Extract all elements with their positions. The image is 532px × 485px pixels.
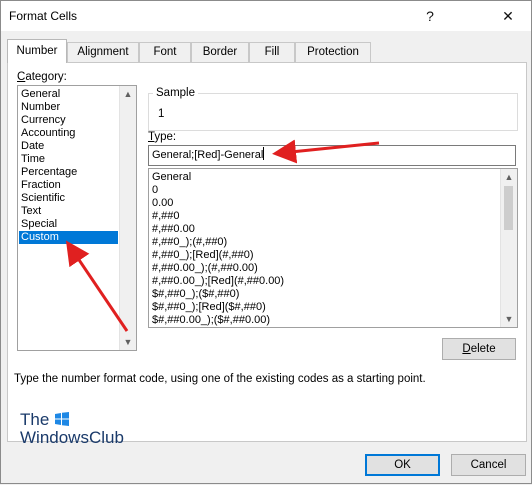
format-code-item[interactable]: #,##0.00_);[Red](#,##0.00) — [150, 275, 284, 288]
tab-strip: Number Alignment Font Border Fill Protec… — [7, 39, 527, 63]
cancel-button[interactable]: Cancel — [451, 454, 526, 476]
category-label-rest: ategory: — [25, 71, 67, 83]
window-title: Format Cells — [9, 9, 78, 23]
format-code-listbox[interactable]: General 0 0.00 #,##0 #,##0.00 #,##0_);(#,##0)… — [148, 168, 518, 328]
instruction-text: Type the number format code, using one o… — [14, 373, 426, 385]
type-label: Type: — [148, 131, 177, 143]
tab-fill[interactable]: Fill — [249, 42, 295, 62]
tab-alignment[interactable]: Alignment — [67, 42, 139, 62]
scroll-down-icon[interactable]: ▼ — [501, 311, 517, 327]
category-item-accounting[interactable]: Accounting — [19, 127, 118, 140]
format-code-item[interactable]: #,##0_);[Red](#,##0) — [150, 249, 254, 262]
text-caret — [263, 147, 265, 160]
ok-button[interactable]: OK — [365, 454, 440, 476]
delete-button-rest: elete — [470, 343, 496, 355]
category-item-text[interactable]: Text — [19, 205, 118, 218]
sample-value: 1 — [158, 108, 165, 120]
watermark-line1: The — [20, 410, 50, 429]
category-item-date[interactable]: Date — [19, 140, 118, 153]
windows-flag-icon — [55, 412, 69, 426]
format-code-item[interactable]: #,##0_);(#,##0) — [150, 236, 227, 249]
help-icon[interactable]: ? — [407, 1, 453, 31]
watermark-line2: WindowsClub — [20, 428, 124, 447]
category-item-currency[interactable]: Currency — [19, 114, 118, 127]
category-label: Category: — [17, 71, 67, 83]
format-code-item[interactable]: #,##0.00_);(#,##0.00) — [150, 262, 258, 275]
tab-border[interactable]: Border — [191, 42, 249, 62]
type-input-value: General;[Red]-General — [152, 149, 264, 161]
title-bar: Format Cells ? ✕ — [1, 1, 531, 31]
category-item-special[interactable]: Special — [19, 218, 118, 231]
watermark-logo: The WindowsClub — [20, 411, 124, 447]
category-listbox[interactable]: General Number Currency Accounting Date Time P… — [17, 85, 137, 351]
close-icon[interactable]: ✕ — [485, 1, 531, 31]
format-code-item[interactable]: 0.00 — [150, 197, 173, 210]
tab-protection[interactable]: Protection — [295, 42, 371, 62]
format-code-item[interactable]: #,##0 — [150, 210, 180, 223]
tab-number[interactable]: Number — [7, 39, 67, 63]
category-item-time[interactable]: Time — [19, 153, 118, 166]
category-item-custom[interactable]: Custom — [19, 231, 118, 244]
format-code-item[interactable]: $#,##0_);[Red]($#,##0) — [150, 301, 266, 314]
format-code-item[interactable]: General — [150, 171, 191, 184]
category-scrollbar[interactable]: ▲ ▼ — [119, 86, 136, 350]
category-item-fraction[interactable]: Fraction — [19, 179, 118, 192]
sample-group — [148, 93, 518, 131]
scroll-up-icon[interactable]: ▲ — [120, 86, 136, 102]
category-item-percentage[interactable]: Percentage — [19, 166, 118, 179]
scroll-thumb[interactable] — [504, 186, 513, 230]
category-item-scientific[interactable]: Scientific — [19, 192, 118, 205]
format-code-item[interactable]: #,##0.00 — [150, 223, 195, 236]
format-code-item[interactable]: 0 — [150, 184, 158, 197]
format-scrollbar[interactable]: ▲ ▼ — [500, 169, 517, 327]
type-input[interactable]: General;[Red]-General — [148, 145, 516, 166]
format-code-item[interactable]: $#,##0.00_);($#,##0.00) — [150, 314, 270, 327]
delete-button[interactable]: Delete — [442, 338, 516, 360]
number-tab-panel: Category: General Number Currency Accountin… — [7, 62, 527, 447]
type-label-rest: ype: — [154, 131, 177, 143]
format-code-item[interactable]: $#,##0_);($#,##0) — [150, 288, 239, 301]
category-item-number[interactable]: Number — [19, 101, 118, 114]
format-cells-dialog: Format Cells ? ✕ Number Alignment Font B… — [0, 0, 532, 484]
scroll-down-icon[interactable]: ▼ — [120, 334, 136, 350]
sample-label: Sample — [153, 87, 198, 99]
scroll-up-icon[interactable]: ▲ — [501, 169, 517, 185]
tab-font[interactable]: Font — [139, 42, 191, 62]
category-item-general[interactable]: General — [19, 88, 118, 101]
